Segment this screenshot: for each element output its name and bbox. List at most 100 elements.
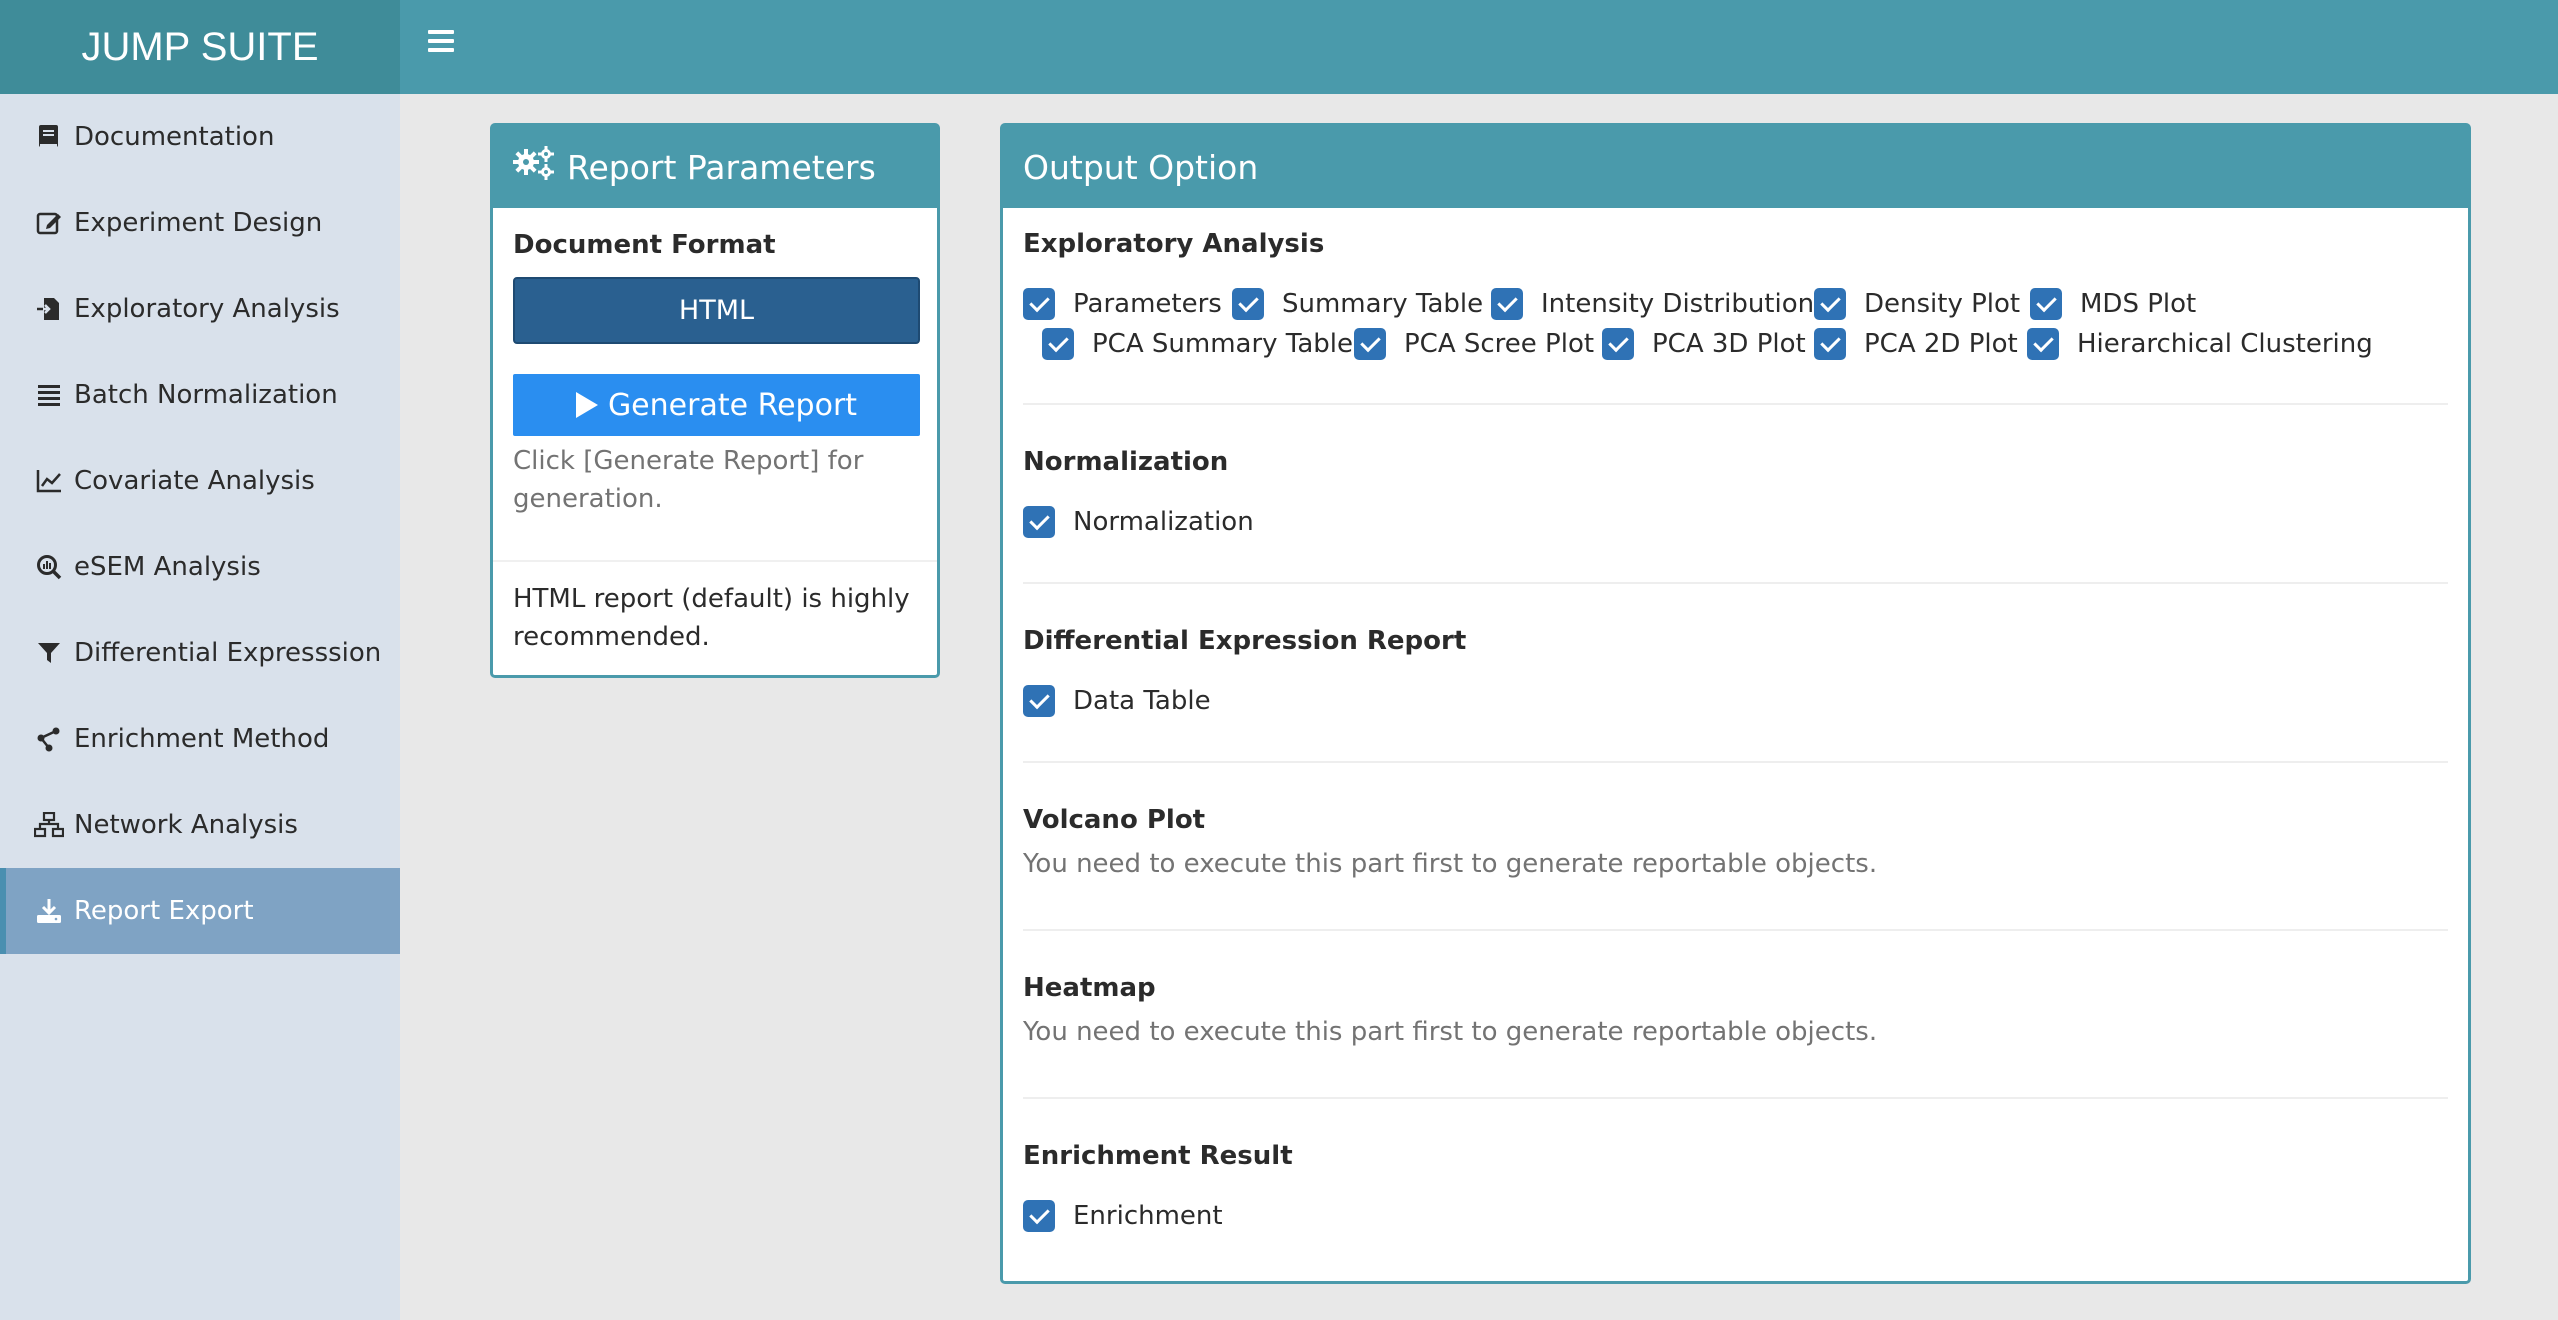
- sidebar-item-documentation[interactable]: Documentation: [0, 94, 400, 180]
- sidebar-item-experiment-design[interactable]: Experiment Design: [0, 180, 400, 266]
- sidebar-toggle-icon[interactable]: [428, 28, 458, 54]
- checkbox-checked-icon: [1023, 1200, 1055, 1232]
- sidebar-item-label: Batch Normalization: [74, 380, 338, 410]
- checkbox-checked-icon: [1354, 328, 1386, 360]
- exploratory-analysis-section: Exploratory Analysis: [1023, 229, 2448, 259]
- checkbox-checked-icon: [2030, 288, 2062, 320]
- download-icon: [34, 896, 64, 926]
- volcano-plot-title: Volcano Plot: [1023, 805, 1206, 835]
- sidebar-item-esem-analysis[interactable]: eSEM Analysis: [0, 524, 400, 610]
- sidebar-item-label: Documentation: [74, 122, 275, 152]
- checkbox-label: Enrichment: [1073, 1201, 1223, 1231]
- play-icon: [575, 392, 598, 418]
- output-option-title: Output Option: [1023, 147, 1259, 187]
- section-divider: [1023, 582, 2448, 584]
- checkbox-label: Summary Table: [1282, 289, 1484, 319]
- sidebar: Documentation Experiment Design Explorat…: [0, 94, 400, 1320]
- checkbox-label: PCA 2D Plot: [1864, 329, 2018, 359]
- generate-help-text: Click [Generate Report] for generation.: [513, 446, 864, 514]
- checkbox-checked-icon: [1232, 288, 1264, 320]
- checkbox-checked-icon: [1023, 506, 1055, 538]
- sidebar-item-network-analysis[interactable]: Network Analysis: [0, 782, 400, 868]
- checkbox-intensity-distribution[interactable]: Intensity Distribution: [1491, 288, 1814, 320]
- generate-report-label: Generate Report: [607, 387, 858, 423]
- checkbox-parameters[interactable]: Parameters: [1023, 288, 1222, 320]
- checkbox-checked-icon: [1814, 288, 1846, 320]
- normalization-title: Normalization: [1023, 447, 1229, 477]
- sidebar-item-differential-expression[interactable]: Differential Expresssion: [0, 610, 400, 696]
- enrichment-result-title: Enrichment Result: [1023, 1141, 1293, 1171]
- sidebar-item-label: Exploratory Analysis: [74, 294, 340, 324]
- checkbox-checked-icon: [1491, 288, 1523, 320]
- sidebar-item-label: Report Export: [74, 896, 254, 926]
- list-icon: [34, 380, 64, 410]
- report-parameters-panel: Report Parameters Document Format HTML G…: [490, 123, 940, 678]
- document-format-select[interactable]: HTML: [513, 277, 920, 344]
- checkbox-summary-table[interactable]: Summary Table: [1232, 288, 1483, 320]
- volcano-plot-section: Volcano Plot You need to execute this pa…: [1023, 805, 2448, 879]
- book-icon: [34, 122, 64, 152]
- checkbox-hierarchical-clustering[interactable]: Hierarchical Clustering: [2027, 328, 2373, 360]
- generate-report-button[interactable]: Generate Report: [513, 374, 920, 436]
- checkbox-pca-summary-table[interactable]: PCA Summary Table: [1042, 328, 1353, 360]
- checkbox-normalization[interactable]: Normalization: [1023, 506, 1254, 538]
- filter-icon: [34, 638, 64, 668]
- checkbox-checked-icon: [1814, 328, 1846, 360]
- checkbox-checked-icon: [1023, 288, 1055, 320]
- checkbox-density-plot[interactable]: Density Plot: [1814, 288, 2020, 320]
- differential-expression-title: Differential Expression Report: [1023, 626, 1467, 656]
- top-navbar: [400, 0, 2558, 94]
- checkbox-label: Intensity Distribution: [1541, 289, 1815, 319]
- sidebar-item-covariate-analysis[interactable]: Covariate Analysis: [0, 438, 400, 524]
- gears-icon: [511, 144, 557, 190]
- output-option-header: Output Option: [1003, 126, 2468, 208]
- checkbox-label: Normalization: [1073, 507, 1254, 537]
- search-chart-icon: [34, 552, 64, 582]
- differential-expression-section: Differential Expression Report: [1023, 626, 2448, 656]
- checkbox-label: PCA 3D Plot: [1652, 329, 1806, 359]
- line-chart-icon: [34, 466, 64, 496]
- section-divider: [1023, 1097, 2448, 1099]
- sidebar-item-label: Experiment Design: [74, 208, 323, 238]
- section-divider: [1023, 761, 2448, 763]
- checkbox-label: PCA Scree Plot: [1404, 329, 1595, 359]
- checkbox-mds-plot[interactable]: MDS Plot: [2030, 288, 2196, 320]
- report-parameters-title: Report Parameters: [567, 147, 876, 187]
- checkbox-label: Density Plot: [1864, 289, 2021, 319]
- checkbox-label: MDS Plot: [2080, 289, 2197, 319]
- enrichment-result-section: Enrichment Result: [1023, 1141, 2448, 1171]
- checkbox-checked-icon: [2027, 328, 2059, 360]
- checkbox-pca-scree-plot[interactable]: PCA Scree Plot: [1354, 328, 1594, 360]
- html-recommendation-note: HTML report (default) is highly recommen…: [513, 584, 910, 652]
- checkbox-label: Hierarchical Clustering: [2077, 329, 2373, 359]
- exploratory-analysis-title: Exploratory Analysis: [1023, 229, 1325, 259]
- sitemap-icon: [34, 810, 64, 840]
- file-import-icon: [34, 294, 64, 324]
- app-logo[interactable]: JUMP SUITE: [0, 0, 400, 94]
- sidebar-item-label: Network Analysis: [74, 810, 298, 840]
- section-divider: [1023, 403, 2448, 405]
- document-format-label: Document Format: [513, 230, 776, 260]
- heatmap-title: Heatmap: [1023, 973, 1156, 1003]
- checkbox-checked-icon: [1042, 328, 1074, 360]
- heatmap-message: You need to execute this part first to g…: [1023, 1017, 1878, 1047]
- checkbox-label: Data Table: [1073, 686, 1211, 716]
- checkbox-pca-3d-plot[interactable]: PCA 3D Plot: [1602, 328, 1806, 360]
- checkbox-data-table[interactable]: Data Table: [1023, 685, 1211, 717]
- checkbox-checked-icon: [1023, 685, 1055, 717]
- checkbox-label: Parameters: [1073, 289, 1222, 319]
- sidebar-item-batch-normalization[interactable]: Batch Normalization: [0, 352, 400, 438]
- heatmap-section: Heatmap You need to execute this part fi…: [1023, 973, 2448, 1047]
- divider: [493, 560, 937, 562]
- sidebar-item-label: Differential Expresssion: [74, 638, 382, 668]
- sidebar-item-enrichment-method[interactable]: Enrichment Method: [0, 696, 400, 782]
- share-icon: [34, 724, 64, 754]
- checkbox-pca-2d-plot[interactable]: PCA 2D Plot: [1814, 328, 2018, 360]
- checkbox-label: PCA Summary Table: [1092, 329, 1354, 359]
- sidebar-item-label: Enrichment Method: [74, 724, 330, 754]
- sidebar-item-report-export[interactable]: Report Export: [0, 868, 400, 954]
- sidebar-item-exploratory-analysis[interactable]: Exploratory Analysis: [0, 266, 400, 352]
- edit-icon: [34, 208, 64, 238]
- checkbox-enrichment[interactable]: Enrichment: [1023, 1200, 1223, 1232]
- report-parameters-header: Report Parameters: [493, 126, 937, 208]
